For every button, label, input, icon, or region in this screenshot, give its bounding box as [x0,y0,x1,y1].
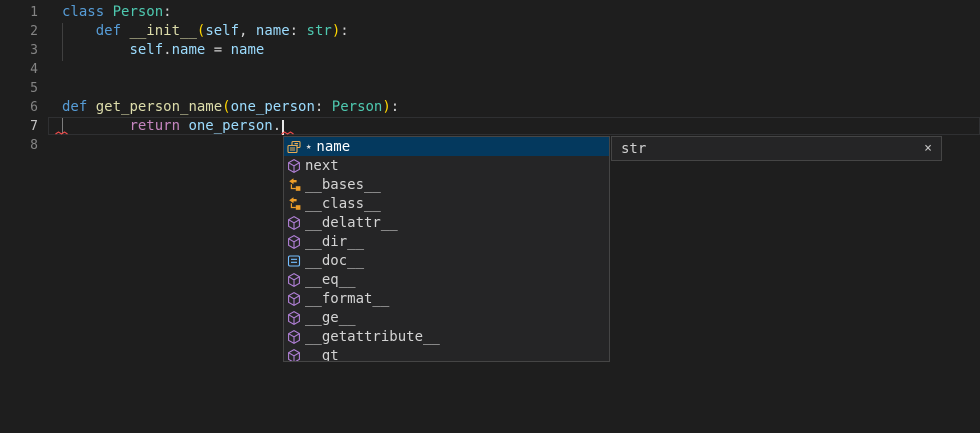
method-icon [286,348,302,363]
suggestion-label: __delattr__ [305,215,398,231]
code-line [62,60,399,79]
suggestion-item[interactable]: __class__ [284,194,609,213]
error-squiggle [281,131,294,135]
line-number: 4 [0,60,38,79]
suggestion-label: __ge__ [305,310,356,326]
intellicode-star-icon: ★ [306,142,311,152]
suggestion-item[interactable]: __gt__ [284,346,609,362]
method-icon [286,158,302,174]
method-icon [286,310,302,326]
code-line: def __init__(self, name: str): [62,22,399,41]
suggestion-item[interactable]: __getattribute__ [284,327,609,346]
suggestion-item[interactable]: __delattr__ [284,213,609,232]
suggestion-item[interactable]: __bases__ [284,175,609,194]
line-number: 1 [0,3,38,22]
code-line: class Person: [62,3,399,22]
method-icon [286,329,302,345]
suggestion-label: name [316,139,350,155]
suggestion-item[interactable]: __format__ [284,289,609,308]
method-icon [286,272,302,288]
doc-icon [286,253,302,269]
suggestion-label: __dir__ [305,234,364,250]
method-icon [286,215,302,231]
code-line: self.name = name [62,41,399,60]
suggestion-label: __getattribute__ [305,329,440,345]
suggestion-item[interactable]: ★ name [284,137,609,156]
suggestion-label: __gt__ [305,348,356,363]
line-number: 8 [0,136,38,155]
class-icon [286,196,302,212]
suggestion-item[interactable]: __eq__ [284,270,609,289]
autocomplete-popup: ★ name next __bases__ __class__ __delattr__ __… [283,136,610,362]
code-area[interactable]: class Person: def __init__(self, name: s… [62,3,399,155]
method-icon [286,291,302,307]
suggestion-item[interactable]: __doc__ [284,251,609,270]
line-number: 5 [0,79,38,98]
line-number: 6 [0,98,38,117]
method-icon [286,234,302,250]
suggestion-item[interactable]: __ge__ [284,308,609,327]
code-line: return one_person. [62,117,399,136]
suggestion-label: __format__ [305,291,389,307]
suggestion-item[interactable]: __dir__ [284,232,609,251]
code-line: def get_person_name(one_person: Person): [62,98,399,117]
class-icon [286,177,302,193]
suggestion-label: __eq__ [305,272,356,288]
gutter: 12345678 [0,3,38,155]
code-editor: 12345678 class Person: def __init__(self… [0,0,980,433]
line-number: 3 [0,41,38,60]
close-icon[interactable]: × [924,142,932,155]
field-icon [286,139,302,155]
suggestion-detail-panel: str × [611,136,942,161]
line-number: 2 [0,22,38,41]
suggestion-label: next [305,158,339,174]
suggestion-label: __doc__ [305,253,364,269]
line-number: 7 [0,117,38,136]
suggestion-label: __bases__ [305,177,381,193]
suggestion-item[interactable]: next [284,156,609,175]
suggestion-label: __class__ [305,196,381,212]
suggestion-detail-text: str [621,141,646,157]
code-line [62,79,399,98]
error-squiggle [55,131,68,135]
